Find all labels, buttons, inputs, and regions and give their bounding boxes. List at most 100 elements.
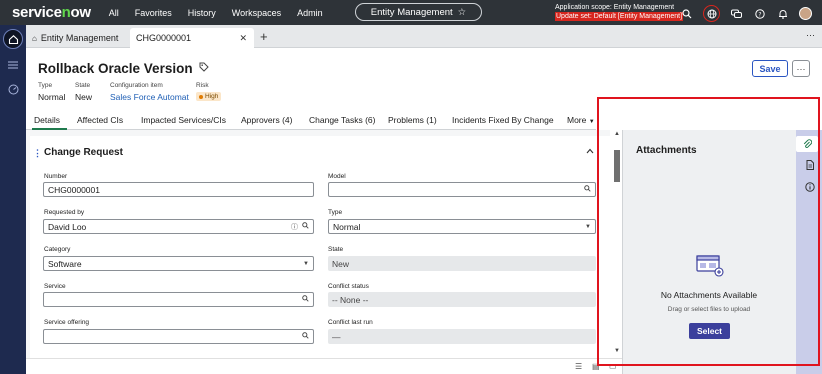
meta-type-label: Type [38,82,53,89]
meta-state-label: State [75,82,91,89]
risk-dot-icon [199,94,203,99]
caret-down-icon: ▼ [588,119,595,125]
servicenow-logo[interactable]: servicenow [12,4,91,21]
tab-incidents-fixed[interactable]: Incidents Fixed By Change [452,115,554,125]
collapse-caret-icon[interactable] [586,146,594,156]
risk-value: High [205,93,219,100]
meta-ci-link[interactable]: Sales Force Automat [110,92,189,102]
tab-change-tasks[interactable]: Change Tasks (6) [309,115,375,125]
home-icon[interactable] [3,29,23,49]
scroll-thumb[interactable] [614,150,620,182]
document-icon[interactable] [803,158,816,171]
star-icon[interactable]: ☆ [458,7,467,18]
meta-type: Type Normal [38,82,65,102]
service-label: Service [44,283,66,290]
tab-affected-cis[interactable]: Affected CIs [77,115,123,125]
meta-risk: Risk High [196,82,222,101]
scroll-down-icon[interactable]: ▼ [614,348,620,354]
lookup-search-icon[interactable] [302,295,309,304]
tab-problems[interactable]: Problems (1) [388,115,437,125]
chat-icon[interactable] [730,7,743,20]
model-field[interactable] [328,182,596,197]
service-offering-label: Service offering [44,319,90,326]
save-button[interactable]: Save [752,60,788,77]
meta-ci-label: Configuration item [110,82,163,89]
avatar[interactable] [799,7,812,20]
bell-icon[interactable] [776,7,789,20]
nav-favorites[interactable]: Favorites [135,8,172,18]
nav-workspaces[interactable]: Workspaces [232,8,281,18]
scroll-up-icon[interactable]: ▲ [614,131,620,137]
risk-badge: High [196,92,222,101]
state-field: New [328,256,596,271]
meta-state: State New [75,82,92,102]
type-label: Type [328,209,343,216]
requested-by-value: David Loo [48,221,87,232]
globe-icon[interactable] [703,5,720,22]
nav-history[interactable]: History [188,8,216,18]
left-rail [0,25,26,374]
requested-by-label: Requested by [44,209,85,216]
meta-state-value: New [75,92,93,102]
category-select[interactable]: Software ▼ [43,256,314,271]
category-label: Category [44,246,71,253]
add-tab-button[interactable]: + [260,29,268,44]
split-view-icon[interactable]: ▤ [592,362,600,371]
caret-down-icon: ▼ [585,223,591,230]
conflict-status-label: Conflict status [328,283,369,290]
nav-admin[interactable]: Admin [297,8,323,18]
search-icon[interactable] [680,7,693,20]
tab-chg0000001[interactable]: CHG0000001 ✕ [130,28,254,48]
requested-by-field[interactable]: David Loo ⓘ [43,219,314,234]
bottom-bar [26,358,622,374]
tab-impacted-services[interactable]: Impacted Services/CIs [141,115,226,125]
info-icon[interactable]: ⓘ [291,222,298,232]
category-value: Software [48,258,82,269]
panel-view-icon[interactable]: ▭ [609,362,617,371]
list-view-icon[interactable]: ☰ [575,362,582,371]
list-icon[interactable] [7,59,19,71]
upload-hint: Drag or select files to upload [667,306,751,313]
lookup-search-icon[interactable] [302,222,309,231]
tag-icon[interactable] [199,62,209,75]
tab-more[interactable]: More ▼ [567,115,595,125]
home-tab-icon: ⌂ [32,33,37,43]
number-field[interactable]: CHG0000001 [43,182,314,197]
type-value: Normal [333,221,361,232]
entity-pill[interactable]: Entity Management ☆ [355,3,482,21]
paperclip-icon[interactable] [796,136,818,152]
more-actions-button[interactable]: ··· [792,60,810,77]
record-title-text: Rollback Oracle Version [38,61,193,76]
svg-text:?: ? [758,11,761,18]
scope-info[interactable]: Application scope: Entity Management Upd… [555,3,684,21]
tab-entity-management[interactable]: ⌂ Entity Management [26,28,130,48]
tab-details[interactable]: Details [34,115,60,125]
section-drag-icon[interactable]: ⋮ [33,148,42,159]
state-label: State [328,246,344,253]
number-label: Number [44,173,68,180]
dashboard-icon[interactable] [7,83,19,95]
meta-type-value: Normal [38,92,66,102]
record-title: Rollback Oracle Version [38,61,209,76]
info-circle-icon[interactable] [803,180,816,193]
form-tabs: Details Affected CIs Impacted Services/C… [26,111,596,130]
close-icon[interactable]: ✕ [239,33,247,44]
meta-risk-label: Risk [196,82,209,89]
tab-approvers[interactable]: Approvers (4) [241,115,293,125]
select-files-button[interactable]: Select [689,323,730,339]
conflict-status-field: -- None -- [328,292,596,307]
tab-label: CHG0000001 [136,33,192,43]
nav-all[interactable]: All [109,8,119,18]
service-field[interactable] [43,292,314,307]
service-offering-field[interactable] [43,329,314,344]
tab-strip: ⌂ Entity Management CHG0000001 ✕ + ⋯ [26,25,822,48]
conflict-last-run-field: — [328,329,596,344]
help-icon[interactable]: ? [753,7,766,20]
top-nav: servicenow All Favorites History Workspa… [0,0,822,25]
lookup-search-icon[interactable] [302,332,309,341]
caret-down-icon: ▼ [303,260,309,267]
type-select[interactable]: Normal ▼ [328,219,596,234]
tab-overflow-icon[interactable]: ⋯ [806,30,816,41]
no-attachments-text: No Attachments Available [660,290,758,300]
lookup-search-icon[interactable] [584,185,591,194]
